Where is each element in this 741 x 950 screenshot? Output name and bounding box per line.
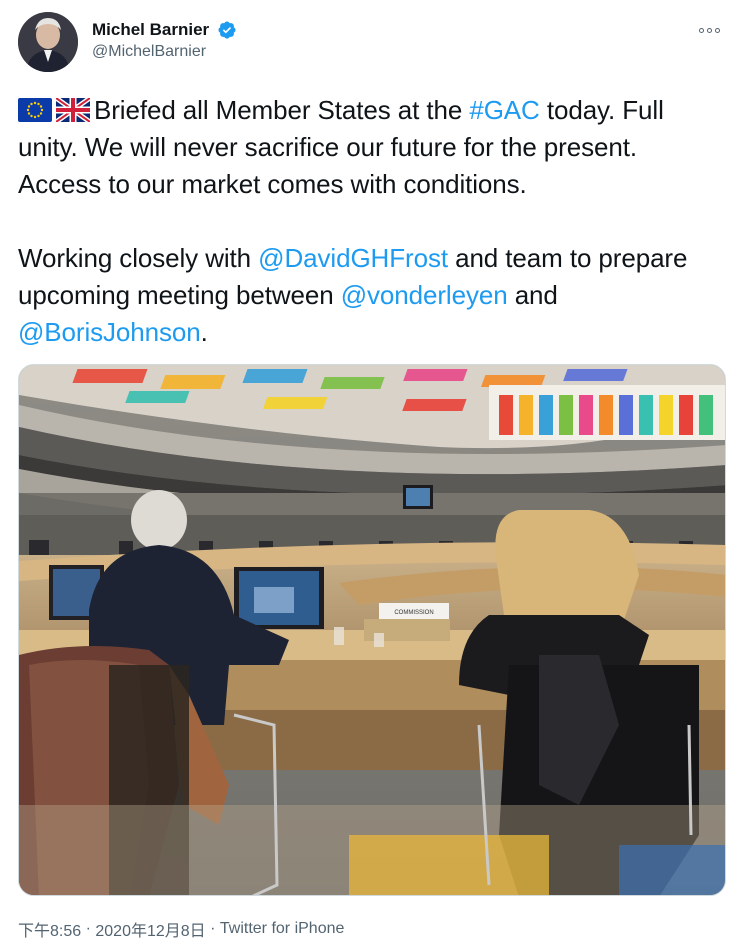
tweet-text-segment: and: [507, 280, 558, 310]
tweet-text-segment: Briefed all Member States at the: [94, 95, 470, 125]
tweet-photo[interactable]: COMMISSION: [18, 364, 726, 896]
verified-badge-icon: [218, 21, 236, 39]
tweet-date[interactable]: 2020年12月8日: [95, 923, 205, 940]
meta-separator: ·: [205, 920, 220, 937]
tweet-time[interactable]: 下午8:56: [18, 923, 81, 940]
tweet-paragraph-1: Briefed all Member States at the #GAC to…: [18, 92, 723, 203]
tweet-meta: 下午8:56 · 2020年12月8日 · Twitter for iPhone: [18, 917, 344, 941]
tweet-text-segment: Working closely with: [18, 243, 259, 273]
meeting-room-photo: COMMISSION: [19, 365, 725, 895]
mention-link[interactable]: @BorisJohnson: [18, 317, 201, 347]
tweet-header: Michel Barnier @MichelBarnier: [18, 12, 723, 74]
uk-flag-icon: [56, 98, 90, 122]
avatar[interactable]: [18, 12, 78, 72]
meta-separator: ·: [81, 920, 96, 937]
tweet-text: Briefed all Member States at the #GAC to…: [18, 92, 723, 351]
mention-link[interactable]: @DavidGHFrost: [258, 243, 448, 273]
tweet-paragraph-2: Working closely with @DavidGHFrost and t…: [18, 240, 723, 351]
mention-link[interactable]: @vonderleyen: [341, 280, 508, 310]
tweet-source[interactable]: Twitter for iPhone: [220, 920, 345, 937]
author-info: Michel Barnier @MichelBarnier: [92, 20, 237, 61]
more-horizontal-icon[interactable]: [695, 20, 723, 40]
tweet-text-segment: .: [200, 317, 208, 347]
handle[interactable]: @MichelBarnier: [92, 43, 237, 61]
placard-text: COMMISSION: [394, 610, 433, 616]
eu-flag-icon: [18, 98, 52, 122]
display-name[interactable]: Michel Barnier: [92, 20, 209, 40]
tweet-card: Michel Barnier @MichelBarnier Briefed al…: [0, 0, 741, 950]
hashtag-link[interactable]: #GAC: [469, 95, 540, 125]
